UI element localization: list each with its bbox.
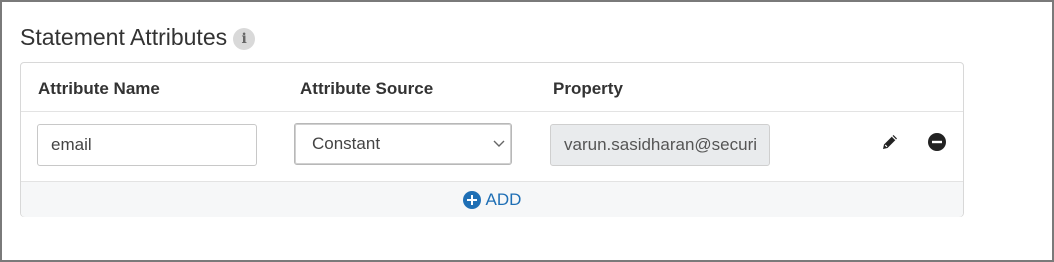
table-header-row: Attribute Name Attribute Source Property [21,63,963,112]
attributes-table: Attribute Name Attribute Source Property… [20,62,964,217]
attribute-source-selected-value: Constant [312,134,381,153]
column-header-attribute-name: Attribute Name [38,79,160,98]
add-attribute-button[interactable]: ADD [462,189,522,210]
statement-attributes-panel: Statement Attributes i Attribute Name At… [0,0,1054,262]
minus-circle-icon [927,132,947,157]
remove-row-button[interactable] [925,132,949,156]
edit-row-button[interactable] [878,132,902,156]
table-row: email Constant varun.sasidharan@securi [21,112,963,182]
column-header-property: Property [553,79,623,98]
info-icon[interactable]: i [233,27,256,50]
attribute-name-input[interactable]: email [37,124,257,166]
add-row-bar: ADD [21,182,963,217]
plus-circle-icon [462,190,481,209]
section-title: Statement Attributes [20,24,228,50]
section-header: Statement Attributes i [20,24,256,51]
column-header-attribute-source: Attribute Source [300,79,434,98]
property-field[interactable]: varun.sasidharan@securi [550,124,770,166]
pencil-icon [880,132,900,157]
chevron-down-icon [493,124,505,164]
attribute-source-select[interactable]: Constant [294,123,512,165]
add-label: ADD [485,189,522,209]
